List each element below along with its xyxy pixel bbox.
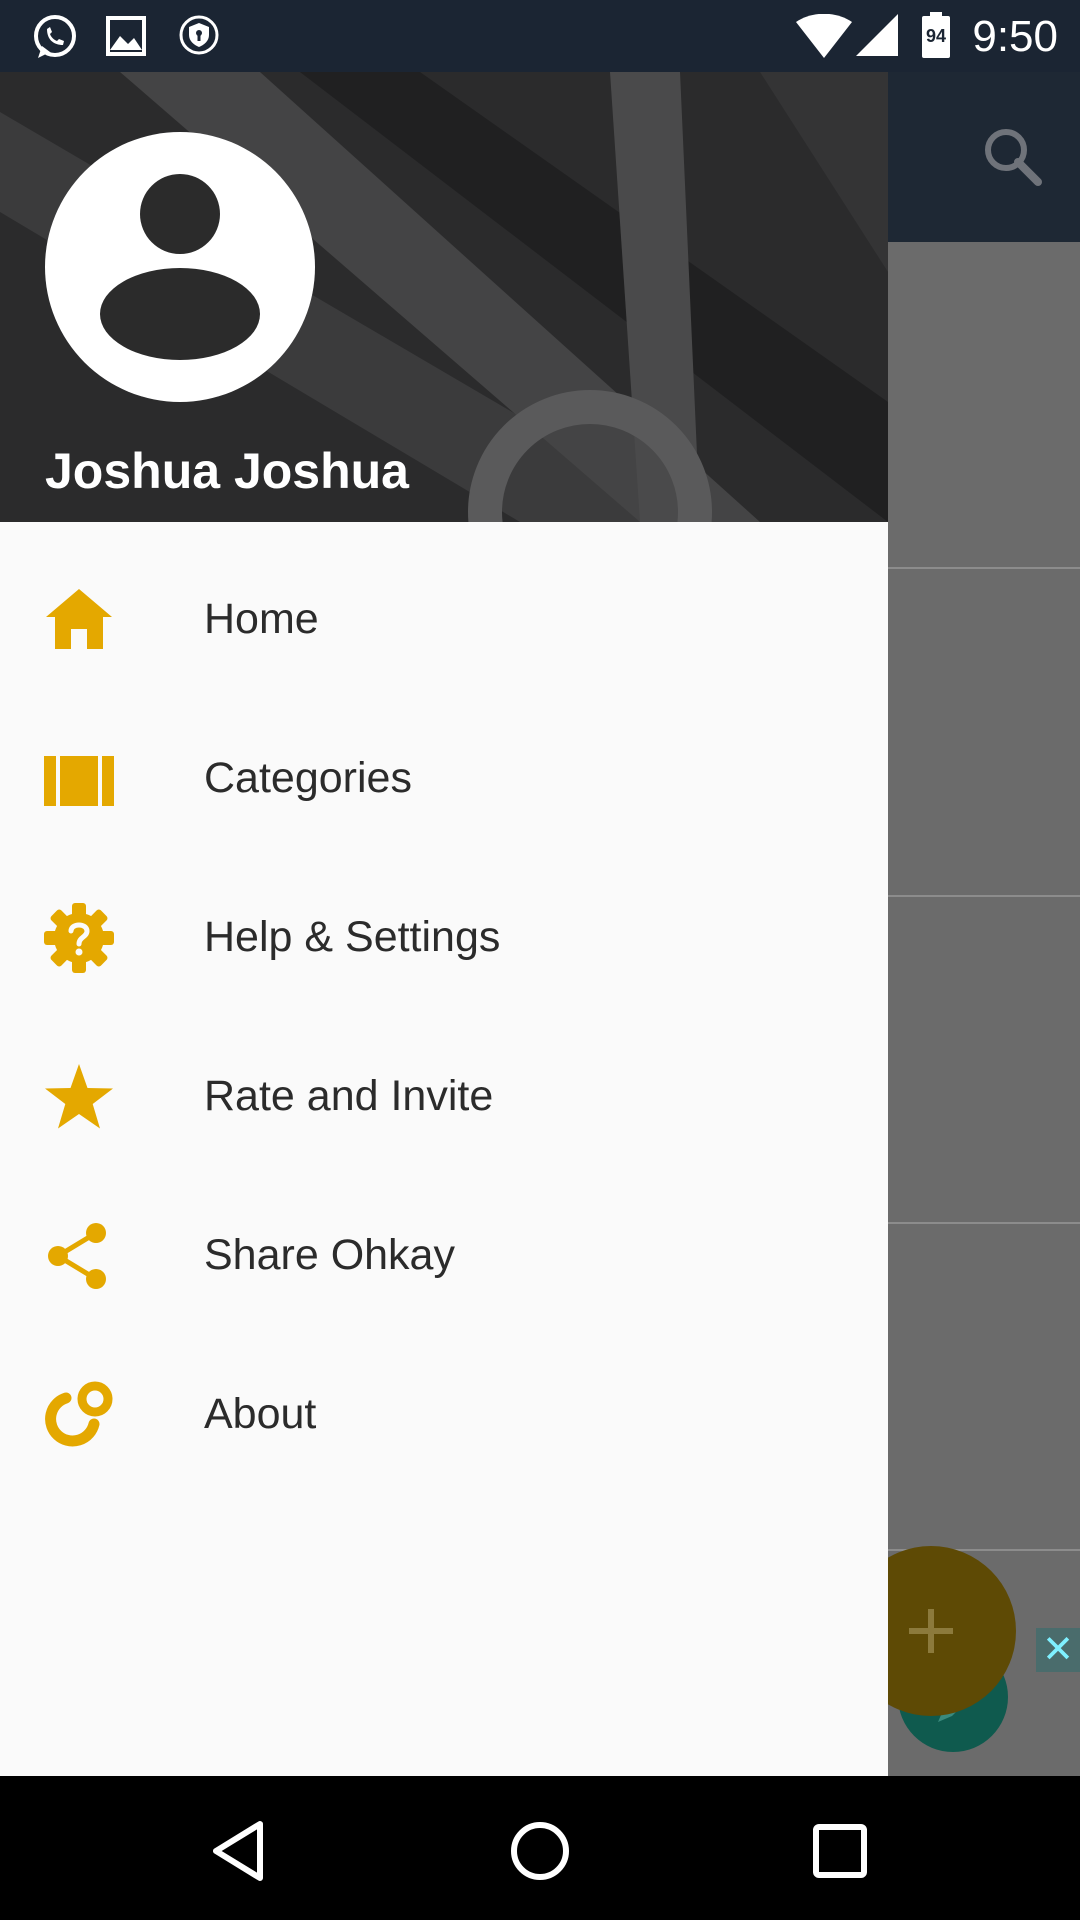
list-divider [888,1222,1080,1224]
list-divider [888,895,1080,897]
categories-icon [44,756,114,806]
search-icon[interactable] [980,124,1044,188]
vpn-shield-icon [179,15,219,55]
star-icon [45,1064,113,1129]
system-navigation-bar [0,1776,1080,1920]
about-icon [45,1381,113,1447]
back-icon[interactable] [206,1816,276,1886]
nav-item-label: About [204,1390,317,1438]
whatsapp-icon [34,15,76,58]
nav-item-home[interactable]: Home [0,539,888,698]
nav-item-share[interactable]: Share Ohkay [0,1175,888,1334]
battery-level: 94 [925,26,947,46]
nav-item-rate-invite[interactable]: Rate and Invite [0,1016,888,1175]
nav-item-label: Help & Settings [204,913,501,961]
ad-close-button[interactable]: ✕ [1036,1628,1080,1672]
nav-item-about[interactable]: About [0,1334,888,1493]
gallery-icon [106,16,146,56]
battery-icon: 94 [922,12,950,58]
navigation-drawer: Joshua Joshua Home Categories Help & Set… [0,72,888,1776]
nav-item-categories[interactable]: Categories [0,698,888,857]
nav-item-label: Share Ohkay [204,1231,455,1279]
avatar[interactable] [45,132,315,402]
list-divider [888,567,1080,569]
recents-icon[interactable] [805,1816,875,1886]
nav-item-label: Home [204,595,319,643]
help-settings-icon [44,903,114,973]
home-button-icon[interactable] [505,1816,575,1886]
nav-item-help-settings[interactable]: Help & Settings [0,857,888,1016]
nav-item-label: Rate and Invite [204,1072,494,1120]
drawer-header: Joshua Joshua [0,72,888,522]
nav-item-label: Categories [204,754,412,802]
share-icon [48,1223,106,1289]
wifi-icon [796,14,852,58]
status-time: 9:50 [972,12,1058,61]
status-bar: 94 9:50 [0,0,1080,72]
home-icon [46,589,112,649]
user-name: Joshua Joshua [45,443,409,499]
cell-signal-icon [856,14,898,56]
